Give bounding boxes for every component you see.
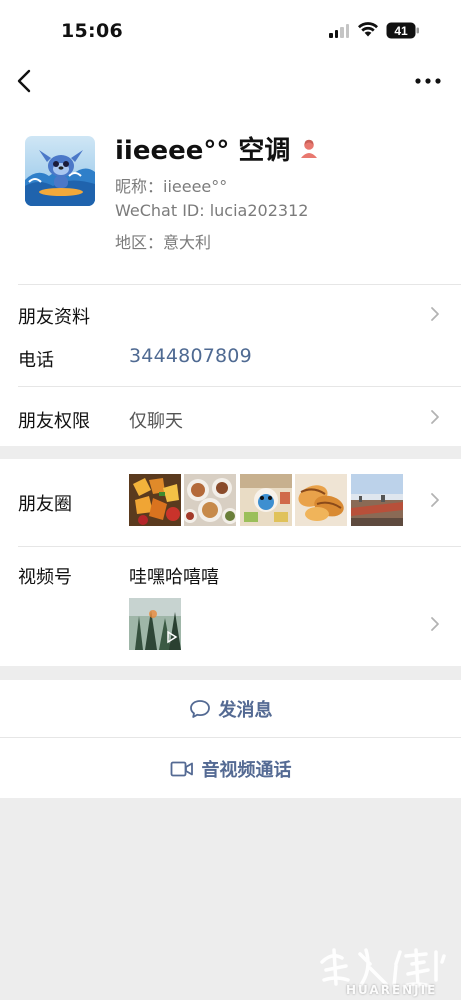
divider xyxy=(18,386,461,387)
phone-label: 电话 xyxy=(18,350,54,371)
chevron-right-icon xyxy=(431,493,439,507)
food-photo-1 xyxy=(129,474,181,526)
moments-thumbnail[interactable] xyxy=(351,474,403,526)
cartoon-photo xyxy=(240,474,292,526)
female-gender-icon xyxy=(301,139,318,158)
divider xyxy=(0,737,461,738)
channels-name: 哇嘿哈嘻嘻 xyxy=(129,567,219,588)
chat-bubble-icon xyxy=(189,700,210,718)
battery-level: 41 xyxy=(394,24,408,38)
avatar-image xyxy=(25,136,95,206)
chevron-right-icon xyxy=(431,617,439,631)
wifi-icon xyxy=(358,22,378,37)
friend-info-label[interactable]: 朋友资料 xyxy=(18,303,90,329)
divider xyxy=(18,546,461,547)
nickname-line: 昵称：iieeee°° xyxy=(115,177,228,196)
moments-thumbnail[interactable] xyxy=(129,474,181,526)
channels-video-thumbnail[interactable] xyxy=(129,598,181,650)
back-arrow-icon[interactable] xyxy=(14,66,36,96)
status-time: 15:06 xyxy=(61,20,123,42)
send-message-label: 发消息 xyxy=(218,700,273,721)
divider xyxy=(18,284,461,285)
phone-number-link[interactable]: 3444807809 xyxy=(129,345,252,367)
friend-permissions-value: 仅聊天 xyxy=(129,411,183,432)
forest-video-photo xyxy=(129,598,181,650)
friend-permissions-label[interactable]: 朋友权限 xyxy=(18,407,90,433)
moments-label[interactable]: 朋友圈 xyxy=(18,490,72,516)
moments-thumbnail[interactable] xyxy=(295,474,347,526)
video-call-label: 音视频通话 xyxy=(201,760,292,781)
send-message-button[interactable]: 发消息 xyxy=(0,690,461,728)
chevron-right-icon xyxy=(431,410,439,424)
region-line: 地区：意大利 xyxy=(115,233,212,252)
wechat-id-line: WeChat ID: lucia202312 xyxy=(115,201,309,220)
channels-label[interactable]: 视频号 xyxy=(18,563,72,589)
profile-card xyxy=(0,0,461,446)
name-row: iieeee°° 空调 xyxy=(115,130,320,167)
chevron-right-icon xyxy=(431,307,439,321)
food-photo-2 xyxy=(184,474,236,526)
rooftop-photo xyxy=(351,474,403,526)
video-camera-icon xyxy=(170,761,193,777)
moments-thumbnail[interactable] xyxy=(184,474,236,526)
battery-icon: 41 xyxy=(386,22,419,39)
more-options-icon[interactable] xyxy=(414,74,442,88)
cellular-signal-icon xyxy=(329,24,349,38)
status-bar: 15:06 41 xyxy=(0,0,461,60)
watermark-text: HUARENJIE xyxy=(346,983,438,997)
display-name: iieeee°° 空调 xyxy=(115,136,291,166)
video-call-button[interactable]: 音视频通话 xyxy=(0,750,461,788)
moments-thumbnail[interactable] xyxy=(240,474,292,526)
dumplings-photo xyxy=(295,474,347,526)
avatar[interactable] xyxy=(25,136,95,206)
